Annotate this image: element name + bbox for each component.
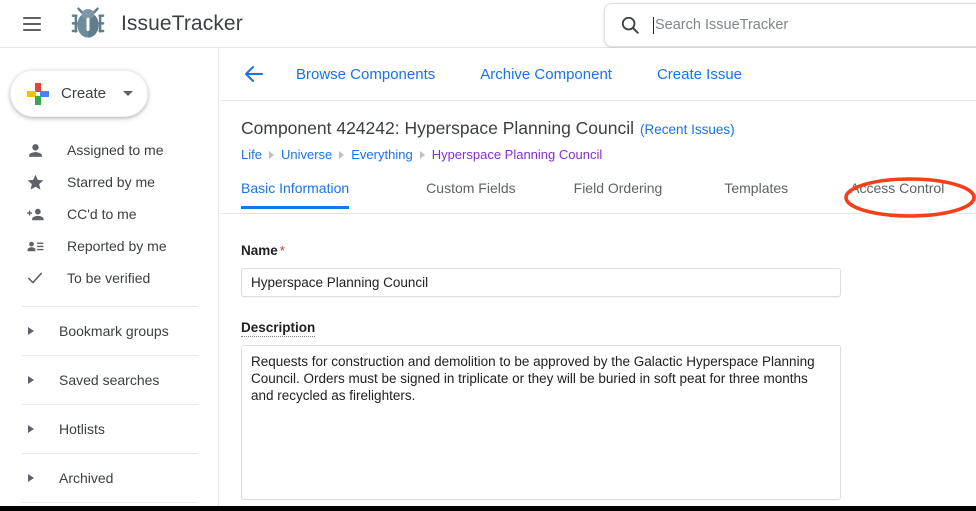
browse-components-link[interactable]: Browse Components [296, 66, 435, 83]
search-input[interactable]: Search IssueTracker [655, 17, 788, 33]
bug-logo-icon [71, 6, 105, 38]
sidebar-item-label: To be verified [67, 270, 151, 286]
name-field-label: Name [241, 243, 278, 258]
sidebar-item-label: Assigned to me [67, 142, 164, 158]
sidebar-item-to-be-verified[interactable]: To be verified [0, 262, 219, 294]
check-icon [25, 268, 45, 288]
person-add-icon [25, 204, 45, 224]
triangle-right-icon [28, 376, 34, 384]
breadcrumb-item-life[interactable]: Life [241, 147, 262, 162]
sidebar-group-label: Hotlists [59, 421, 105, 437]
tab-bar: Basic Information Custom Fields Field Or… [220, 180, 976, 214]
hamburger-menu-icon[interactable] [23, 12, 47, 36]
search-text-cursor [653, 16, 654, 34]
triangle-right-icon [28, 327, 34, 335]
breadcrumb-separator-icon [268, 150, 274, 159]
breadcrumb-item-universe[interactable]: Universe [281, 147, 332, 162]
sidebar-item-label: Reported by me [67, 238, 167, 254]
app-root: IssueTracker Search IssueTracker Create [0, 0, 976, 511]
breadcrumb-separator-icon [339, 150, 345, 159]
tab-custom-fields[interactable]: Custom Fields [426, 180, 515, 208]
star-icon [25, 172, 45, 192]
breadcrumb-item-everything[interactable]: Everything [351, 147, 412, 162]
sidebar-item-assigned-to-me[interactable]: Assigned to me [0, 134, 219, 166]
sidebar: Create Assigned to me Starred by me CC'd… [0, 48, 219, 506]
search-box[interactable]: Search IssueTracker [604, 3, 976, 47]
action-bar: Browse Components Archive Component Crea… [220, 48, 976, 101]
page-title: Component 424242: Hyperspace Planning Co… [241, 118, 976, 139]
person-list-icon [25, 236, 45, 256]
arrow-left-icon[interactable] [242, 62, 266, 86]
chevron-down-icon[interactable] [123, 91, 134, 96]
sidebar-divider [22, 502, 198, 503]
description-field-label-row: Description [241, 319, 976, 337]
breadcrumb: Life Universe Everything Hyperspace Plan… [241, 147, 976, 162]
create-button[interactable]: Create [10, 70, 148, 117]
search-icon [621, 16, 639, 34]
breadcrumb-separator-icon [419, 150, 425, 159]
sidebar-group-archived[interactable]: Archived [0, 454, 219, 502]
archive-component-link[interactable]: Archive Component [480, 66, 612, 83]
sidebar-item-starred-by-me[interactable]: Starred by me [0, 166, 219, 198]
google-plus-icon [27, 82, 49, 105]
sidebar-item-reported-by-me[interactable]: Reported by me [0, 230, 219, 262]
triangle-right-icon [28, 425, 34, 433]
brand-logo[interactable]: IssueTracker [67, 3, 243, 45]
tab-templates[interactable]: Templates [724, 180, 788, 208]
tab-basic-information[interactable]: Basic Information [241, 180, 350, 209]
sidebar-group-label: Archived [59, 470, 114, 486]
sidebar-nav-list: Assigned to me Starred by me CC'd to me [0, 134, 219, 503]
bottom-edge-bar [0, 506, 976, 511]
person-icon [25, 140, 45, 160]
sidebar-group-label: Bookmark groups [59, 323, 169, 339]
recent-issues-link[interactable]: (Recent Issues) [640, 122, 735, 137]
name-input[interactable] [241, 268, 841, 297]
sidebar-item-ccd-to-me[interactable]: CC'd to me [0, 198, 219, 230]
triangle-right-icon [28, 474, 34, 482]
sidebar-group-saved-searches[interactable]: Saved searches [0, 356, 219, 404]
brand-title: IssueTracker [121, 11, 243, 35]
sidebar-group-label: Saved searches [59, 372, 160, 388]
basic-information-form: Name* Description [220, 214, 976, 505]
sidebar-item-label: CC'd to me [67, 206, 137, 222]
sidebar-item-label: Starred by me [67, 174, 155, 190]
breadcrumb-item-current[interactable]: Hyperspace Planning Council [432, 147, 603, 162]
create-issue-link[interactable]: Create Issue [657, 66, 742, 83]
sidebar-group-bookmark-groups[interactable]: Bookmark groups [0, 307, 219, 355]
description-textarea[interactable] [241, 345, 841, 500]
description-field-label: Description [241, 320, 316, 337]
name-field-label-row: Name * [241, 242, 976, 260]
tab-access-control[interactable]: Access Control [850, 180, 944, 208]
top-header: IssueTracker Search IssueTracker [0, 0, 976, 48]
required-asterisk: * [279, 243, 285, 258]
create-button-label: Create [61, 85, 107, 102]
page-title-text: Component 424242: Hyperspace Planning Co… [241, 118, 635, 138]
main-content: Browse Components Archive Component Crea… [220, 48, 976, 506]
sidebar-group-hotlists[interactable]: Hotlists [0, 405, 219, 453]
tab-field-ordering[interactable]: Field Ordering [574, 180, 663, 208]
